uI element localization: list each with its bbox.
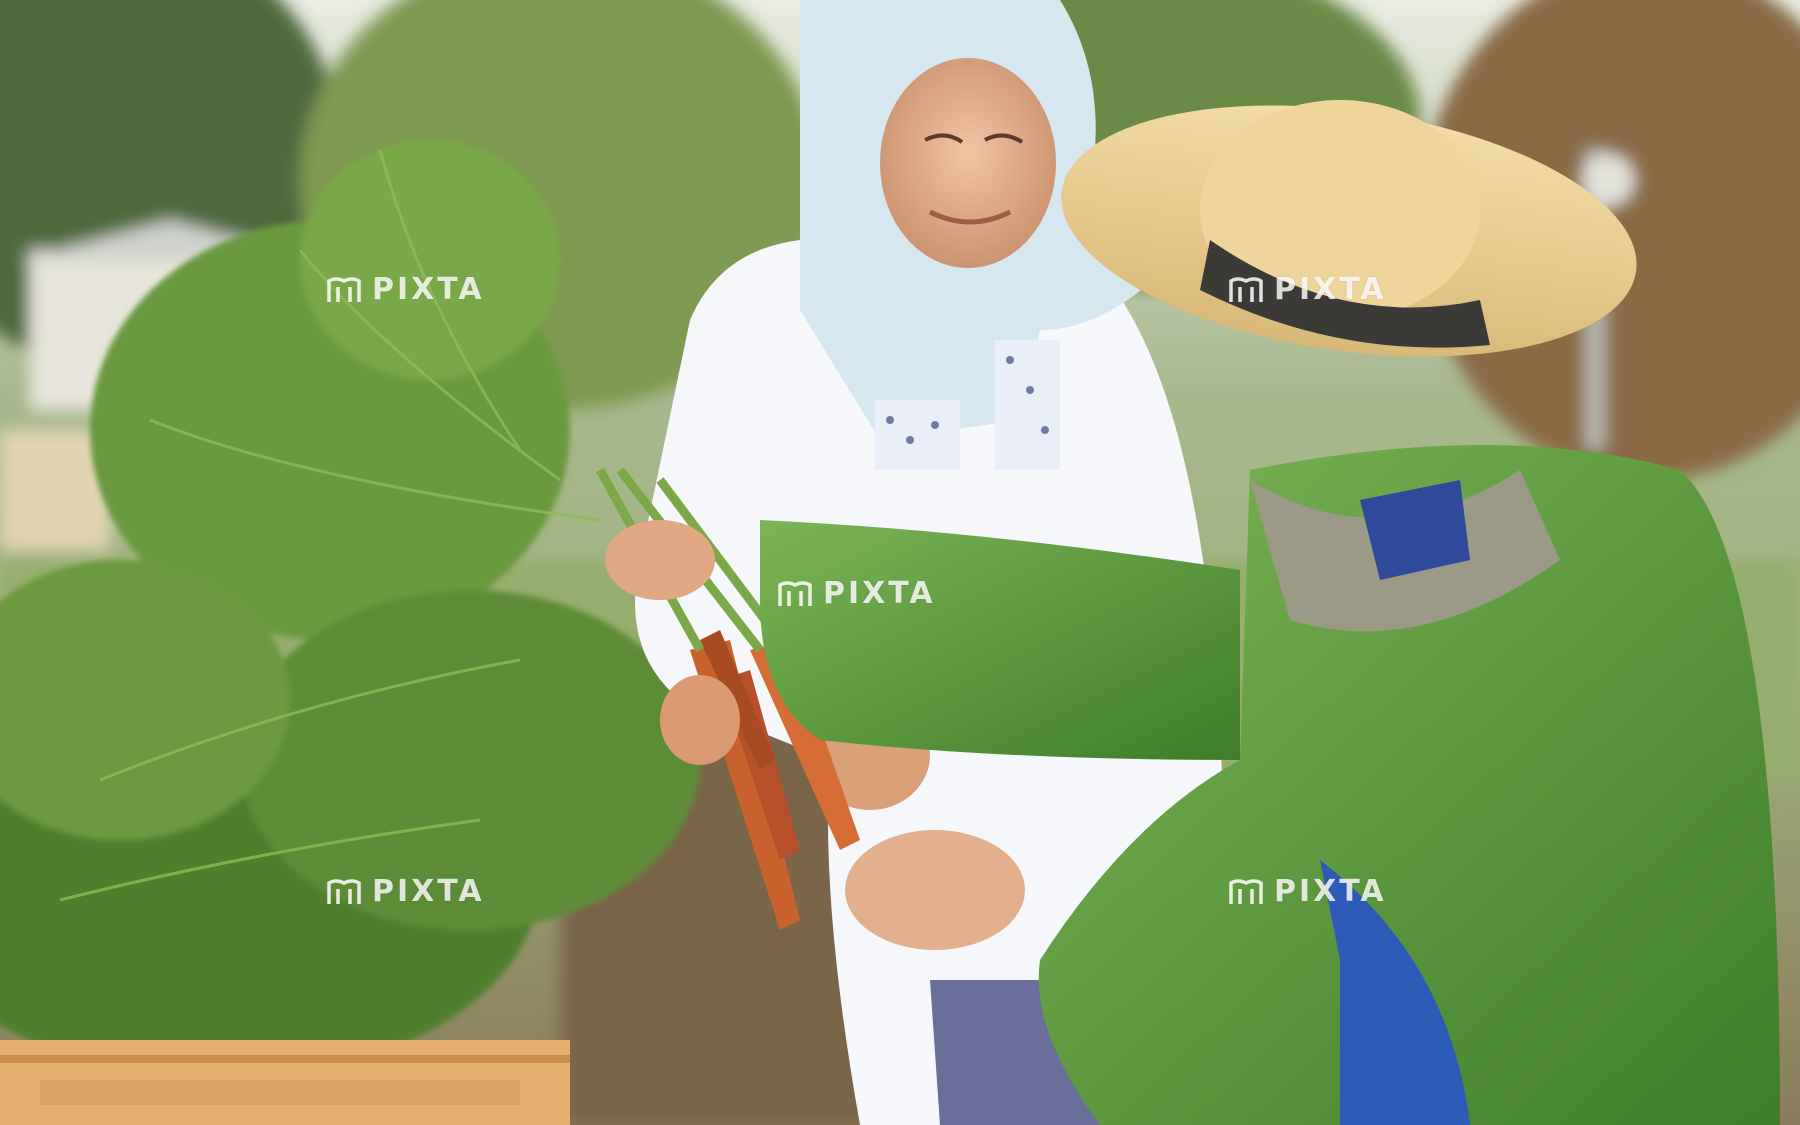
watermark-text: PIXTA	[372, 874, 485, 909]
watermark-text: PIXTA	[823, 576, 936, 611]
watermark-text: PIXTA	[372, 272, 485, 307]
pixta-logo-icon	[1229, 878, 1263, 904]
photo-illustration	[0, 0, 1800, 1125]
pixta-logo-icon	[327, 276, 361, 302]
watermark: PIXTA	[777, 576, 936, 611]
pixta-logo-icon	[327, 878, 361, 904]
watermark: PIXTA	[1228, 272, 1387, 307]
pixta-logo-icon	[778, 580, 812, 606]
watermark-text: PIXTA	[1274, 272, 1387, 307]
watermark-text: PIXTA	[1274, 874, 1387, 909]
pixta-logo-icon	[1229, 276, 1263, 302]
watermark: PIXTA	[326, 874, 485, 909]
watermark: PIXTA	[326, 272, 485, 307]
watermark: PIXTA	[1228, 874, 1387, 909]
crate	[0, 1040, 570, 1125]
photo-scene: PIXTA PIXTA PIXTA PIXTA PIXTA	[0, 0, 1800, 1125]
